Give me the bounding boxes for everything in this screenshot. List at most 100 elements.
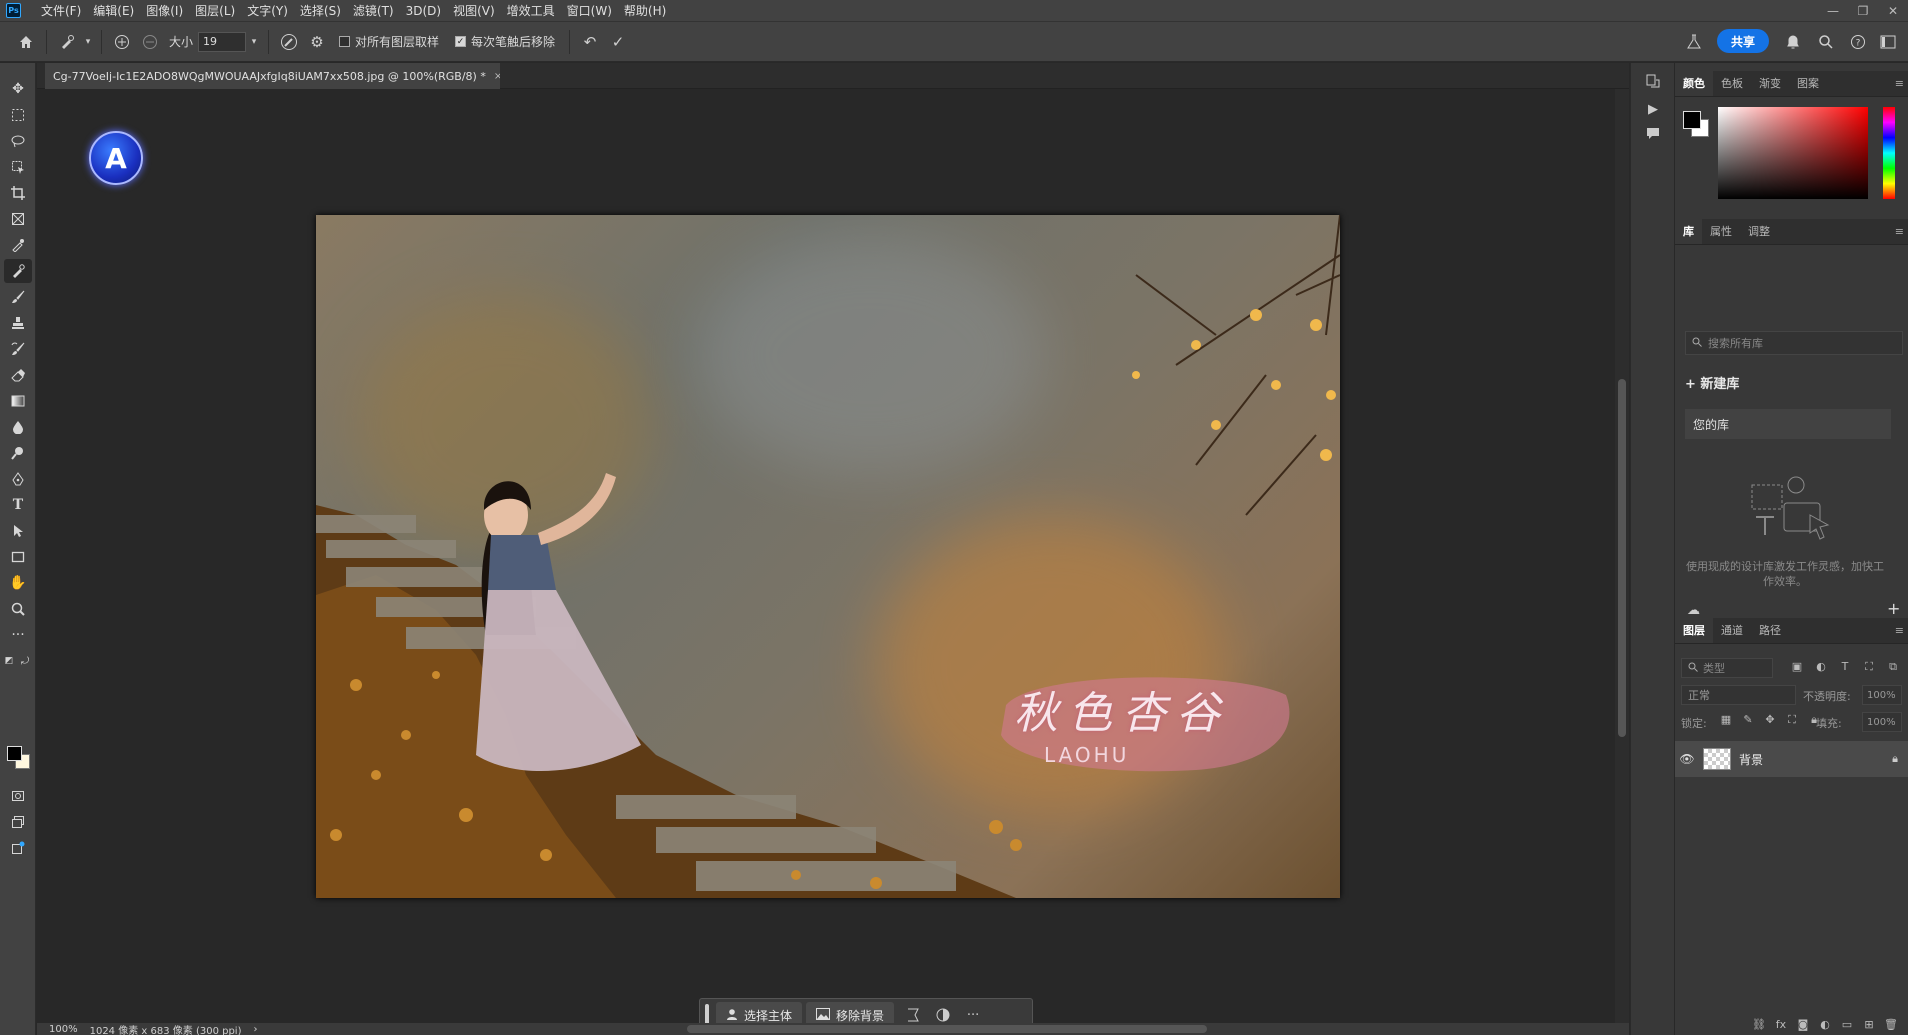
sample-all-layers-checkbox[interactable]: 对所有图层取样 xyxy=(339,33,439,50)
menu-3d[interactable]: 3D(D) xyxy=(400,0,447,22)
library-search-input[interactable]: 搜索所有库 xyxy=(1685,331,1903,355)
document-photo[interactable]: 秋色杏谷 LAOHU xyxy=(316,215,1340,898)
crop-tool-icon[interactable] xyxy=(4,181,32,205)
new-library-button[interactable]: + 新建库 xyxy=(1685,373,1739,392)
status-menu-arrow[interactable]: › xyxy=(253,1024,257,1035)
canvas-area[interactable]: A 秋色杏谷 LAOHU 选择主体 移除背景 ··· xyxy=(37,89,1615,1032)
undo-icon[interactable]: ↶ xyxy=(576,28,604,56)
menu-window[interactable]: 窗口(W) xyxy=(561,0,618,22)
clone-stamp-tool-icon[interactable] xyxy=(4,311,32,335)
frame-tool-icon[interactable] xyxy=(4,207,32,231)
new-group-icon[interactable]: ▭ xyxy=(1836,1018,1858,1031)
smart-object-filter-icon[interactable]: ⧉ xyxy=(1881,660,1905,674)
tab-layers[interactable]: 图层 xyxy=(1675,618,1713,643)
add-mask-icon[interactable]: ◙ xyxy=(1792,1018,1814,1031)
tab-patterns[interactable]: 图案 xyxy=(1789,71,1827,96)
search-icon[interactable] xyxy=(1812,28,1840,56)
adjustment-filter-icon[interactable]: ◐ xyxy=(1809,660,1833,674)
eraser-tool-icon[interactable] xyxy=(4,363,32,387)
path-selection-tool-icon[interactable] xyxy=(4,519,32,543)
new-adjustment-layer-icon[interactable]: ◐ xyxy=(1814,1018,1836,1031)
brush-tool-icon[interactable] xyxy=(4,285,32,309)
vertical-scroll-thumb[interactable] xyxy=(1618,379,1626,737)
eyedropper-tool-icon[interactable] xyxy=(4,233,32,257)
bell-icon[interactable] xyxy=(1779,28,1807,56)
actions-play-icon[interactable]: ▶ xyxy=(1643,99,1663,119)
new-layer-icon[interactable]: ⊞ xyxy=(1858,1018,1880,1031)
menu-view[interactable]: 视图(V) xyxy=(447,0,501,22)
tab-paths[interactable]: 路径 xyxy=(1751,618,1789,643)
close-tab-icon[interactable]: × xyxy=(494,71,500,82)
flask-icon[interactable] xyxy=(1680,28,1708,56)
panel-foreground-color[interactable] xyxy=(1683,111,1701,129)
foreground-color[interactable] xyxy=(7,746,22,761)
lock-transparency-icon[interactable]: ▦ xyxy=(1715,713,1737,727)
document-tab[interactable]: Cg-77VoeIj-Ic1E2ADO8WQgMWOUAAJxfgIq8iUAM… xyxy=(45,63,500,89)
type-filter-icon[interactable]: T xyxy=(1833,660,1857,674)
canvas-vertical-scrollbar[interactable] xyxy=(1615,89,1629,1023)
marquee-tool-icon[interactable] xyxy=(4,103,32,127)
menu-help[interactable]: 帮助(H) xyxy=(618,0,672,22)
more-tools-icon[interactable]: ··· xyxy=(4,623,32,647)
close-button[interactable]: ✕ xyxy=(1878,0,1908,22)
menu-plugins[interactable]: 增效工具 xyxy=(501,0,561,22)
minimize-button[interactable]: — xyxy=(1818,0,1848,22)
share-button[interactable]: 共享 xyxy=(1717,29,1769,53)
blur-tool-icon[interactable] xyxy=(4,415,32,439)
shape-filter-icon[interactable]: ⛶ xyxy=(1857,660,1881,674)
panel-menu-icon[interactable]: ≡ xyxy=(1895,225,1904,238)
remove-after-stroke-checkbox[interactable]: ✓ 每次笔触后移除 xyxy=(455,33,555,50)
help-icon[interactable]: ? xyxy=(1844,28,1872,56)
history-brush-tool-icon[interactable] xyxy=(4,337,32,361)
object-selection-tool-icon[interactable] xyxy=(4,155,32,179)
layer-filter-select[interactable]: 类型 xyxy=(1681,658,1773,678)
menu-type[interactable]: 文字(Y) xyxy=(241,0,294,22)
tab-libraries[interactable]: 库 xyxy=(1675,219,1702,244)
edit-toolbar-icon[interactable] xyxy=(4,836,32,860)
floating-assistant-badge[interactable]: A xyxy=(89,131,143,185)
panel-menu-icon[interactable]: ≡ xyxy=(1895,77,1904,90)
color-swatches[interactable] xyxy=(7,746,31,770)
menu-image[interactable]: 图像(I) xyxy=(140,0,189,22)
blend-mode-select[interactable]: 正常 xyxy=(1681,685,1796,705)
dodge-tool-icon[interactable] xyxy=(4,441,32,465)
home-icon[interactable] xyxy=(12,28,40,56)
pressure-size-icon[interactable] xyxy=(275,28,303,56)
menu-filter[interactable]: 滤镜(T) xyxy=(347,0,400,22)
lock-position-icon[interactable]: ✥ xyxy=(1759,713,1781,727)
tab-color[interactable]: 颜色 xyxy=(1675,71,1713,96)
tab-gradients[interactable]: 渐变 xyxy=(1751,71,1789,96)
add-mode-icon[interactable] xyxy=(108,28,136,56)
pen-tool-icon[interactable] xyxy=(4,467,32,491)
gradient-tool-icon[interactable] xyxy=(4,389,32,413)
commit-check-icon[interactable]: ✓ xyxy=(604,28,632,56)
hue-slider[interactable] xyxy=(1883,107,1895,199)
fx-icon[interactable]: fx xyxy=(1770,1018,1792,1031)
tab-adjustments[interactable]: 调整 xyxy=(1740,219,1778,244)
tab-channels[interactable]: 通道 xyxy=(1713,618,1751,643)
lasso-tool-icon[interactable] xyxy=(4,129,32,153)
panel-menu-icon[interactable]: ≡ xyxy=(1895,624,1904,637)
horizontal-scroll-thumb[interactable] xyxy=(687,1025,1207,1033)
your-libraries-item[interactable]: 您的库 xyxy=(1685,409,1891,439)
layer-row[interactable]: 👁︎ 背景 🔒︎ xyxy=(1675,741,1908,777)
rectangle-tool-icon[interactable] xyxy=(4,545,32,569)
eye-icon[interactable]: 👁︎ xyxy=(1675,752,1699,766)
history-panel-icon[interactable] xyxy=(1643,71,1663,91)
cloud-sync-icon[interactable]: ☁ xyxy=(1687,603,1700,618)
size-dropdown-icon[interactable]: ▾ xyxy=(246,28,262,56)
lock-pixels-icon[interactable]: ✎ xyxy=(1737,713,1759,727)
zoom-level[interactable]: 100% xyxy=(49,1024,78,1035)
link-layers-icon[interactable]: ⛓ xyxy=(1748,1018,1770,1031)
workspace-icon[interactable] xyxy=(1874,28,1902,56)
brush-size-input[interactable] xyxy=(198,31,247,52)
preset-dropdown-icon[interactable]: ▾ xyxy=(81,28,95,56)
gear-icon[interactable]: ⚙ xyxy=(303,28,331,56)
menu-select[interactable]: 选择(S) xyxy=(294,0,347,22)
restore-button[interactable]: ❐ xyxy=(1848,0,1878,22)
quick-mask-icon[interactable] xyxy=(4,784,32,808)
color-picker-field[interactable] xyxy=(1718,107,1868,199)
move-tool-icon[interactable]: ✥ xyxy=(4,77,32,101)
subtract-mode-icon[interactable] xyxy=(136,28,164,56)
delete-layer-icon[interactable]: 🗑︎ xyxy=(1880,1018,1902,1031)
